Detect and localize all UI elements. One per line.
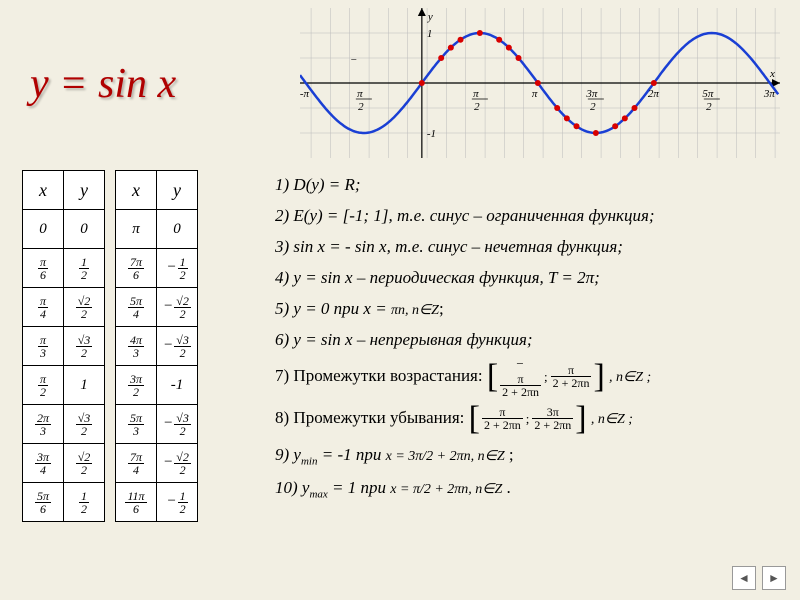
col-x: x <box>23 171 64 210</box>
svg-text:2: 2 <box>358 101 364 113</box>
table-row: π3√32 <box>23 327 105 366</box>
svg-text:2: 2 <box>706 101 712 113</box>
table-cell: √22 <box>64 444 105 483</box>
table-1: x y 00π612π4√22π3√32π212π3√323π4√225π612 <box>22 170 105 522</box>
table-row: 00 <box>23 210 105 249</box>
table-cell: 0 <box>157 210 198 249</box>
table-cell: π4 <box>23 288 64 327</box>
prop-6: 6) y = sin x – непрерывная функция; <box>275 329 785 352</box>
table-cell: 5π6 <box>23 483 64 522</box>
table-2: x y π07π6−125π4−√224π3−√323π2-15π3−√327π… <box>115 170 198 522</box>
table-cell: √32 <box>64 327 105 366</box>
table-row: 5π612 <box>23 483 105 522</box>
prop-5: 5) y = 0 при x = πn, n∈Z; <box>275 298 785 321</box>
value-tables: x y 00π612π4√22π3√32π212π3√323π4√225π612… <box>22 170 198 522</box>
svg-text:−: − <box>350 54 357 66</box>
svg-text:π: π <box>532 88 538 100</box>
table-cell: −12 <box>157 249 198 288</box>
table-cell: -1 <box>157 366 198 405</box>
nav-controls: ◄ ► <box>732 566 786 590</box>
table-cell: −√32 <box>157 327 198 366</box>
page-title: y = sin x <box>30 60 176 108</box>
svg-text:π: π <box>357 88 363 100</box>
svg-text:π: π <box>473 88 479 100</box>
table-cell: 7π4 <box>116 444 157 483</box>
table-row: 5π4−√22 <box>116 288 198 327</box>
svg-text:3π: 3π <box>763 88 776 100</box>
prop-8: 8) Промежутки убывания: π2 + 2πn;3π2 + 2… <box>275 402 785 436</box>
table-cell: −√22 <box>157 444 198 483</box>
table-cell: √32 <box>64 405 105 444</box>
col-y: y <box>64 171 105 210</box>
table-cell: −12 <box>157 483 198 522</box>
prop-7: 7) Промежутки возрастания: −π2 + 2πn;π2 … <box>275 360 785 394</box>
table-cell: √22 <box>64 288 105 327</box>
table-cell: π <box>116 210 157 249</box>
table-row: π0 <box>116 210 198 249</box>
svg-text:3π: 3π <box>585 88 598 100</box>
svg-text:5π: 5π <box>702 88 714 100</box>
table-cell: 11π6 <box>116 483 157 522</box>
svg-text:2π: 2π <box>648 88 660 100</box>
table-cell: 3π4 <box>23 444 64 483</box>
table-cell: 5π4 <box>116 288 157 327</box>
table-row: π612 <box>23 249 105 288</box>
table-row: 3π2-1 <box>116 366 198 405</box>
svg-text:2: 2 <box>474 101 480 113</box>
prop-4: 4) y = sin x – периодическая функция, T … <box>275 267 785 290</box>
properties-list: 1) D(y) = R; 2) E(y) = [-1; 1], т.е. син… <box>275 174 785 510</box>
table-row: π21 <box>23 366 105 405</box>
table-row: 2π3√32 <box>23 405 105 444</box>
table-cell: 0 <box>64 210 105 249</box>
svg-text:-π: -π <box>300 88 310 100</box>
prop-3: 3) sin x = - sin x, т.е. синус – нечетна… <box>275 236 785 259</box>
table-cell: 3π2 <box>116 366 157 405</box>
svg-text:x: x <box>769 68 775 80</box>
table-row: 11π6−12 <box>116 483 198 522</box>
table-cell: 4π3 <box>116 327 157 366</box>
svg-text:y: y <box>427 11 433 23</box>
table-row: 7π4−√22 <box>116 444 198 483</box>
svg-text:1: 1 <box>427 28 433 40</box>
table-row: 5π3−√32 <box>116 405 198 444</box>
table-row: π4√22 <box>23 288 105 327</box>
table-cell: 12 <box>64 249 105 288</box>
table-cell: −√32 <box>157 405 198 444</box>
svg-text:-1: -1 <box>427 128 436 140</box>
table-cell: 5π3 <box>116 405 157 444</box>
table-cell: 7π6 <box>116 249 157 288</box>
prop-9: 9) ymin = -1 при x = 3π/2 + 2πn, n∈Z ; <box>275 444 785 469</box>
table-cell: 12 <box>64 483 105 522</box>
col-y: y <box>157 171 198 210</box>
nav-forward-button[interactable]: ► <box>762 566 786 590</box>
prop-10: 10) ymax = 1 при x = π/2 + 2πn, n∈Z . <box>275 477 785 502</box>
table-cell: 0 <box>23 210 64 249</box>
col-x: x <box>116 171 157 210</box>
sine-chart: yx1-1-π−π2π2π3π22π5π23π <box>300 8 780 158</box>
table-cell: 2π3 <box>23 405 64 444</box>
prop-2: 2) E(y) = [-1; 1], т.е. синус – ограниче… <box>275 205 785 228</box>
table-cell: 1 <box>64 366 105 405</box>
table-cell: π2 <box>23 366 64 405</box>
table-row: 7π6−12 <box>116 249 198 288</box>
nav-back-button[interactable]: ◄ <box>732 566 756 590</box>
svg-text:2: 2 <box>590 101 596 113</box>
prop-1: 1) D(y) = R; <box>275 174 785 197</box>
table-row: 3π4√22 <box>23 444 105 483</box>
table-cell: π6 <box>23 249 64 288</box>
table-cell: −√22 <box>157 288 198 327</box>
table-row: 4π3−√32 <box>116 327 198 366</box>
table-cell: π3 <box>23 327 64 366</box>
